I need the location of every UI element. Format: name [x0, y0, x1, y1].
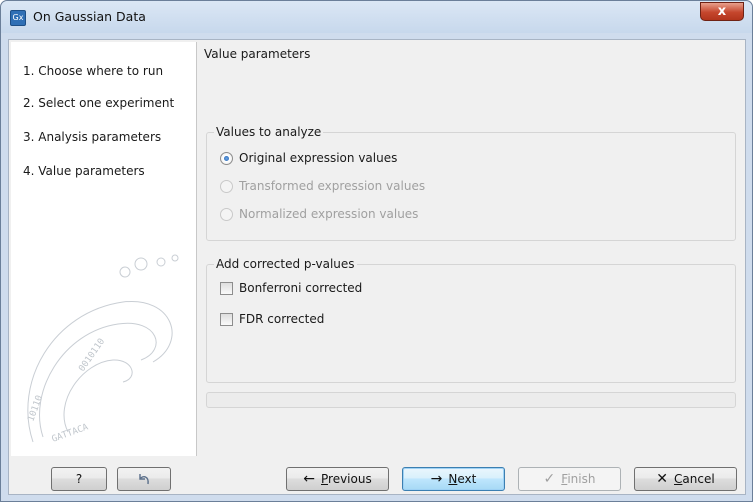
step-select-one-experiment: 2. Select one experiment	[23, 96, 175, 110]
wizard-steps-sidebar: 1. Choose where to run 2. Select one exp…	[11, 42, 197, 456]
finish-button[interactable]: ✓ Finish	[518, 467, 621, 491]
status-strip	[206, 392, 736, 408]
arrow-right-icon: →	[430, 471, 443, 487]
title-bar[interactable]: Gx On Gaussian Data x	[1, 1, 752, 33]
app-icon: Gx	[10, 10, 26, 26]
values-group-title: Values to analyze	[214, 125, 324, 139]
help-button[interactable]: ?	[51, 467, 107, 491]
previous-button[interactable]: ← Previous	[286, 467, 389, 491]
cancel-label: Cancel	[674, 472, 715, 486]
step-choose-where-to-run: 1. Choose where to run	[23, 64, 164, 78]
radio-transformed-expression[interactable]: Transformed expression values	[220, 178, 425, 194]
radio-button-icon[interactable]	[220, 151, 233, 165]
cancel-button[interactable]: ✕ Cancel	[634, 467, 737, 491]
checkbox-label: FDR corrected	[239, 312, 325, 326]
close-button[interactable]: x	[700, 2, 744, 21]
section-title: Value parameters	[204, 47, 311, 61]
previous-label: Previous	[321, 472, 372, 486]
step-analysis-parameters: 3. Analysis parameters	[23, 130, 162, 144]
next-button[interactable]: → Next	[402, 467, 505, 491]
next-label: Next	[448, 472, 477, 486]
pvalues-group-title: Add corrected p-values	[214, 257, 357, 271]
checkmark-icon: ✓	[543, 471, 556, 487]
checkbox-fdr[interactable]: FDR corrected	[220, 311, 324, 327]
svg-text:0010110: 0010110	[77, 337, 107, 374]
clc-watermark-logo: 0010110 10110 GATTACA	[26, 254, 179, 445]
dialog-window: Gx On Gaussian Data x 1. Choose where to…	[0, 0, 753, 502]
finish-label: Finish	[561, 472, 596, 486]
checkbox-icon[interactable]	[220, 281, 233, 295]
radio-label: Normalized expression values	[239, 207, 419, 221]
radio-button-icon[interactable]	[220, 207, 233, 221]
reset-button[interactable]	[117, 467, 171, 491]
main-panel: Value parameters Values to analyze Origi…	[198, 42, 744, 456]
button-bar: ? ← Previous → Next ✓ Finish ✕ Cancel	[11, 457, 744, 493]
radio-normalized-expression[interactable]: Normalized expression values	[220, 206, 418, 222]
radio-original-expression[interactable]: Original expression values	[220, 150, 397, 166]
checkbox-icon[interactable]	[220, 312, 233, 326]
window-title: On Gaussian Data	[33, 9, 146, 24]
help-label: ?	[75, 472, 83, 486]
checkbox-bonferroni[interactable]: Bonferroni corrected	[220, 280, 362, 296]
arrow-left-icon: ←	[303, 471, 315, 487]
svg-text:GATTACA: GATTACA	[51, 422, 91, 445]
radio-button-icon[interactable]	[220, 179, 233, 193]
radio-label: Transformed expression values	[239, 179, 426, 193]
step-value-parameters: 4. Value parameters	[23, 164, 145, 178]
dialog-body: 1. Choose where to run 2. Select one exp…	[8, 39, 746, 495]
undo-arrow-icon	[139, 474, 149, 485]
close-x-icon: ✕	[656, 471, 669, 487]
corrected-p-values-group: Add corrected p-values Bonferroni correc…	[206, 257, 736, 383]
values-to-analyze-group: Values to analyze Original expression va…	[206, 125, 736, 241]
svg-text:10110: 10110	[26, 394, 45, 423]
checkbox-label: Bonferroni corrected	[239, 281, 363, 295]
radio-label: Original expression values	[239, 151, 398, 165]
